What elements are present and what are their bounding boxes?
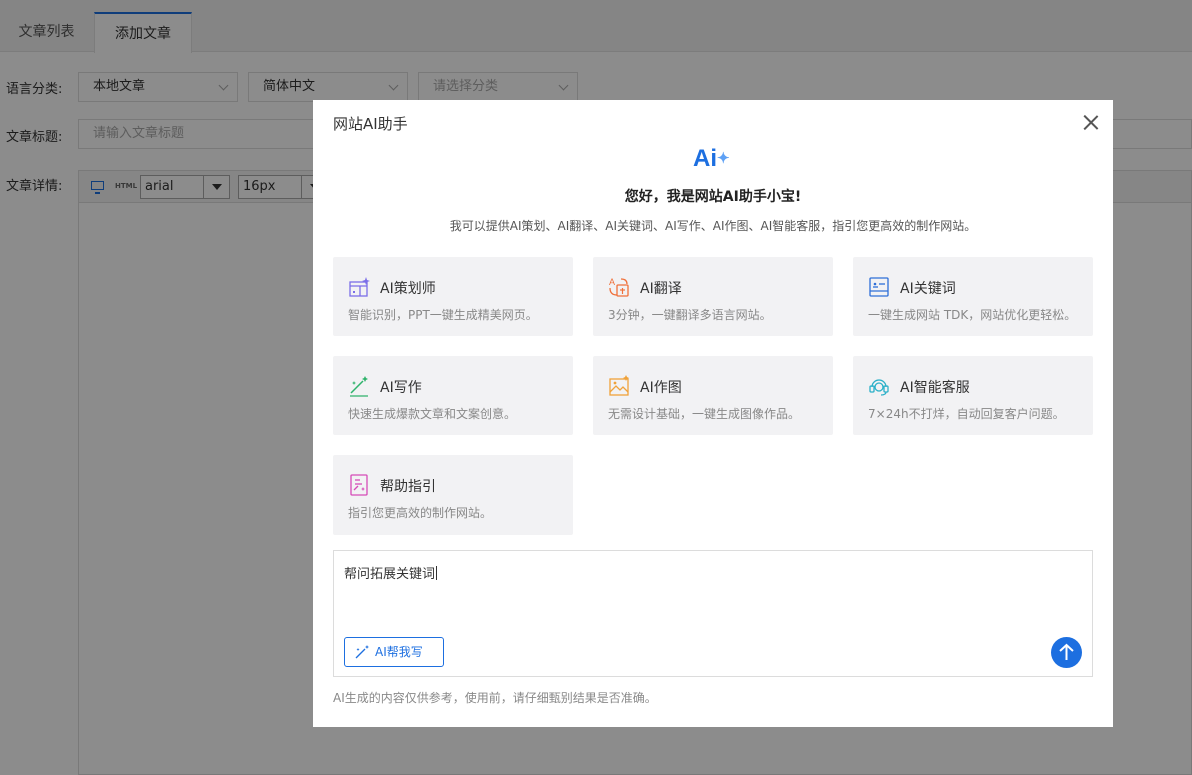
keyword-icon — [869, 277, 889, 297]
ai-logo: Ai✦ — [693, 145, 730, 173]
card-desc: 快速生成爆款文章和文案创意。 — [348, 407, 517, 421]
card-desc: 无需设计基础，一键生成图像作品。 — [608, 407, 801, 421]
card-desc: 7×24h不打烊，自动回复客户问题。 — [868, 407, 1065, 421]
sparkle-icon: ✦ — [717, 150, 730, 167]
image-icon — [609, 375, 629, 396]
ai-write-button[interactable]: AI帮我写 — [344, 637, 444, 667]
planner-icon — [349, 277, 370, 297]
card-title: AI作图 — [640, 380, 682, 396]
card-title: AI翻译 — [640, 281, 682, 297]
card-ai-customer-service[interactable]: AI智能客服 7×24h不打烊，自动回复客户问题。 — [853, 356, 1093, 435]
dialog-title: 网站AI助手 — [333, 115, 408, 133]
card-ai-keyword[interactable]: AI关键词 一键生成网站 TDK，网站优化更轻松。 — [853, 257, 1093, 336]
card-ai-planner[interactable]: AI策划师 智能识别，PPT一键生成精美网页。 — [333, 257, 573, 336]
ai-logo-text: Ai — [693, 145, 717, 172]
card-title: 帮助指引 — [380, 479, 436, 495]
writing-icon — [350, 376, 368, 397]
arrow-up-icon — [1059, 643, 1074, 660]
magic-pen-icon — [355, 645, 369, 659]
card-title: AI写作 — [380, 380, 422, 396]
card-ai-image[interactable]: AI作图 无需设计基础，一键生成图像作品。 — [593, 356, 833, 435]
card-title: AI智能客服 — [900, 380, 970, 396]
ai-assistant-dialog: 网站AI助手 Ai✦ 您好，我是网站AI助手小宝! 我可以提供AI策划、AI翻译… — [313, 100, 1113, 727]
card-desc: 一键生成网站 TDK，网站优化更轻松。 — [868, 308, 1077, 322]
card-ai-writing[interactable]: AI写作 快速生成爆款文章和文案创意。 — [333, 356, 573, 435]
card-help-guide[interactable]: 帮助指引 指引您更高效的制作网站。 — [333, 455, 573, 535]
ai-write-label: AI帮我写 — [375, 645, 423, 659]
prompt-text[interactable]: 帮问拓展关键词 — [344, 563, 437, 582]
card-desc: 智能识别，PPT一键生成精美网页。 — [348, 308, 538, 322]
svg-text:A: A — [609, 277, 615, 287]
close-icon[interactable] — [1081, 113, 1101, 133]
send-button[interactable] — [1051, 637, 1082, 668]
card-ai-translate[interactable]: A AI翻译 3分钟，一键翻译多语言网站。 — [593, 257, 833, 336]
headset-icon — [869, 379, 889, 396]
guide-icon — [350, 474, 368, 496]
intro-text: 我可以提供AI策划、AI翻译、AI关键词、AI写作、AI作图、AI智能客服，指引… — [449, 219, 977, 233]
greeting-text: 您好，我是网站AI助手小宝! — [624, 189, 802, 205]
disclaimer-text: AI生成的内容仅供参考，使用前，请仔细甄别结果是否准确。 — [333, 691, 657, 705]
translate-icon: A — [609, 277, 629, 297]
card-desc: 指引您更高效的制作网站。 — [348, 506, 493, 520]
card-title: AI策划师 — [380, 281, 436, 297]
card-desc: 3分钟，一键翻译多语言网站。 — [608, 308, 772, 322]
prompt-input[interactable]: 帮问拓展关键词 AI帮我写 — [333, 550, 1093, 677]
card-title: AI关键词 — [900, 281, 956, 297]
